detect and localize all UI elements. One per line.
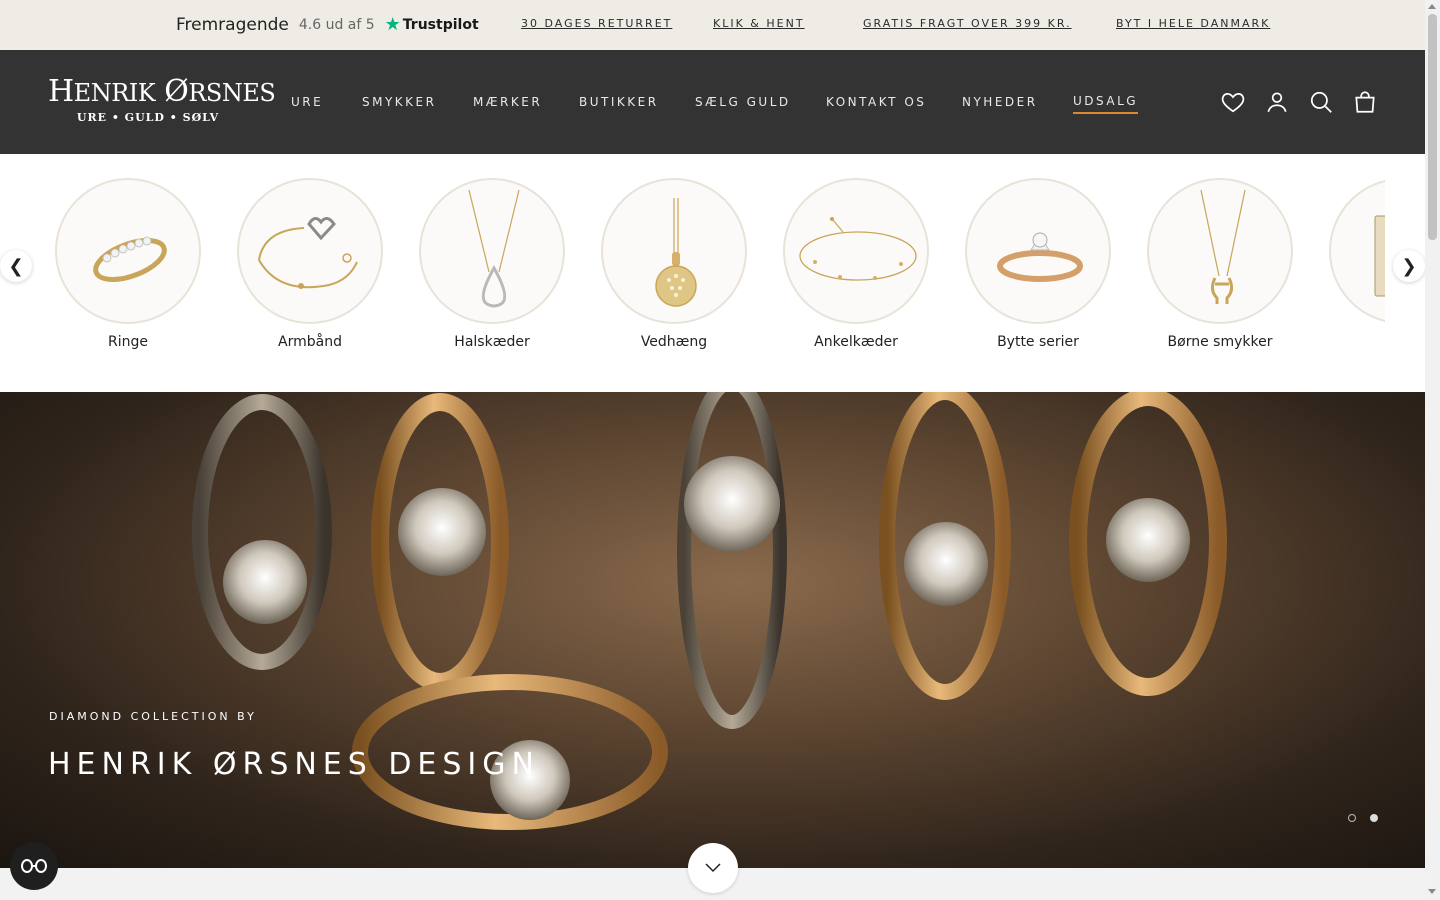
trustpilot-logo: ★ Trustpilot [385, 16, 479, 34]
category-carousel: Ringe Armbånd Halskæder Vedhæng Ankelkæd… [0, 154, 1425, 392]
category-image-bytte-serier [965, 178, 1111, 324]
category-image-halskaeder [419, 178, 565, 324]
category-vedhaeng[interactable]: Vedhæng [601, 178, 747, 350]
shopping-bag-icon[interactable] [1352, 89, 1378, 115]
trustpilot-score: 4.6 ud af 5 [298, 17, 375, 33]
category-image-ure [1329, 178, 1385, 324]
category-label: Armbånd [278, 334, 342, 350]
logo-wordmark: HENRIK ØRSNES [48, 74, 276, 109]
category-track: Ringe Armbånd Halskæder Vedhæng Ankelkæd… [0, 154, 1385, 392]
site-logo[interactable]: HENRIK ØRSNES URE • GULD • SØLV [48, 74, 276, 125]
nav-saelg-guld[interactable]: SÆLG GULD [695, 95, 791, 109]
account-icon[interactable] [1264, 89, 1290, 115]
category-halskaeder[interactable]: Halskæder [419, 178, 565, 350]
carousel-next-button[interactable]: ❯ [1393, 250, 1425, 282]
accessibility-button[interactable] [10, 842, 58, 890]
category-label: Ankelkæder [814, 334, 898, 350]
category-label: Børne smykker [1167, 334, 1273, 350]
scrollbar-thumb[interactable] [1428, 14, 1437, 240]
usp-free-shipping-link[interactable]: GRATIS FRAGT OVER 399 KR. [863, 17, 1072, 30]
category-image-boerne-smykker [1147, 178, 1293, 324]
page: Fremragende 4.6 ud af 5 ★ Trustpilot 30 … [0, 0, 1440, 900]
category-ringe[interactable]: Ringe [55, 178, 201, 350]
nav-maerker[interactable]: MÆRKER [473, 95, 542, 109]
hero-banner[interactable]: DIAMOND COLLECTION BY HENRIK ØRSNES DESI… [0, 392, 1425, 868]
nav-nyheder[interactable]: NYHEDER [962, 95, 1038, 109]
category-label: Vedhæng [640, 334, 708, 350]
category-image-armbaand [237, 178, 383, 324]
scroll-down-button[interactable] [688, 843, 738, 893]
category-ure[interactable] [1329, 178, 1385, 324]
category-image-vedhaeng [601, 178, 747, 324]
announcement-bar: Fremragende 4.6 ud af 5 ★ Trustpilot 30 … [0, 0, 1425, 50]
trustpilot-widget[interactable]: Fremragende 4.6 ud af 5 ★ Trustpilot [176, 0, 479, 50]
logo-tagline: URE • GULD • SØLV [76, 111, 220, 124]
category-armbaand[interactable]: Armbånd [237, 178, 383, 350]
usp-exchange-link[interactable]: BYT I HELE DANMARK [1116, 17, 1270, 30]
category-image-ringe [55, 178, 201, 324]
slide-dot-2[interactable] [1370, 814, 1378, 822]
hero-title: HENRIK ØRSNES DESIGN [48, 747, 540, 782]
trustpilot-rating-text: Fremragende [176, 15, 289, 35]
wishlist-heart-icon[interactable] [1220, 89, 1246, 115]
trustpilot-star-icon: ★ [384, 14, 401, 35]
trustpilot-label: Trustpilot [402, 17, 479, 33]
site-header: HENRIK ØRSNES URE • GULD • SØLV URE SMYK… [0, 50, 1425, 154]
accessibility-icon [21, 859, 47, 873]
hero-rings-image [192, 392, 1227, 830]
category-bytte-serier[interactable]: Bytte serier [965, 178, 1111, 350]
category-boerne-smykker[interactable]: Børne smykker [1147, 178, 1293, 350]
category-label: Halskæder [454, 334, 530, 350]
category-ankelkaeder[interactable]: Ankelkæder [783, 178, 929, 350]
usp-returns-link[interactable]: 30 DAGES RETURRET [521, 17, 672, 30]
category-label: Ringe [108, 334, 148, 350]
nav-butikker[interactable]: BUTIKKER [579, 95, 659, 109]
chevron-down-icon [705, 863, 721, 873]
search-icon[interactable] [1308, 89, 1334, 115]
category-label: Bytte serier [997, 334, 1079, 350]
nav-smykker[interactable]: SMYKKER [362, 95, 436, 109]
slide-dot-1[interactable] [1348, 814, 1356, 822]
nav-kontakt-os[interactable]: KONTAKT OS [826, 95, 926, 109]
nav-udsalg[interactable]: UDSALG [1073, 94, 1139, 114]
scroll-up-arrow-icon[interactable] [1428, 4, 1436, 9]
usp-click-collect-link[interactable]: KLIK & HENT [713, 17, 805, 30]
page-scrollbar[interactable] [1425, 0, 1440, 900]
category-image-ankelkaeder [783, 178, 929, 324]
scroll-down-arrow-icon[interactable] [1428, 889, 1436, 894]
carousel-prev-button[interactable]: ❮ [0, 250, 32, 282]
hero-kicker: DIAMOND COLLECTION BY [49, 710, 257, 723]
nav-ure[interactable]: URE [291, 95, 323, 109]
